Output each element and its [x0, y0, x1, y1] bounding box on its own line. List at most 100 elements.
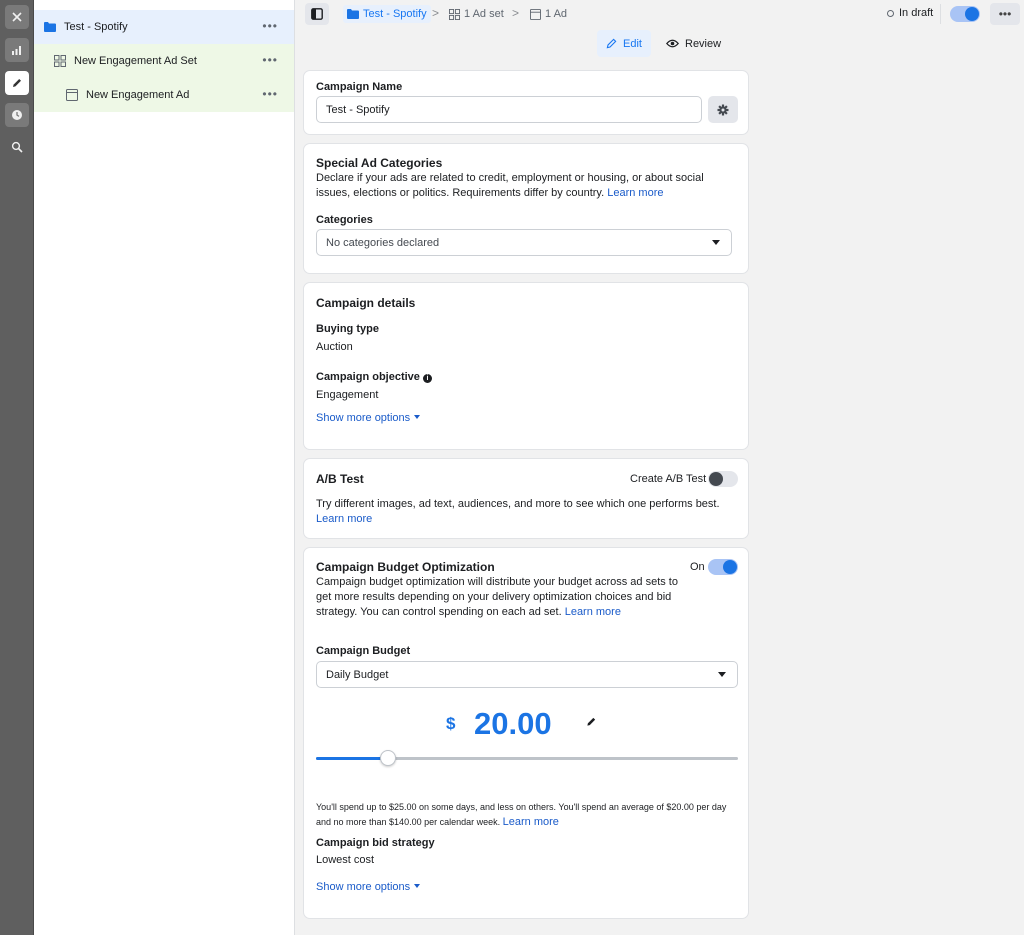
- grid-icon: [449, 8, 460, 20]
- ab-test-description: Try different images, ad text, audiences…: [316, 497, 736, 527]
- campaign-editor: Campaign Name Test - Spotify Special Ad …: [295, 62, 1024, 935]
- left-rail: [0, 0, 34, 935]
- breadcrumb-separator: >: [432, 6, 440, 20]
- learn-more-link[interactable]: Learn more: [565, 606, 621, 618]
- pencil-icon: [606, 38, 617, 49]
- spend-note: You'll spend up to $25.00 on some days, …: [316, 800, 741, 830]
- cbo-toggle-label: On: [690, 561, 705, 573]
- close-icon[interactable]: [5, 5, 29, 29]
- tree-item-label: New Engagement Ad Set: [74, 55, 197, 67]
- ad-icon: [66, 89, 78, 101]
- clock-icon[interactable]: [5, 103, 29, 127]
- tree-item-label: Test - Spotify: [64, 21, 128, 33]
- tree-item-campaign[interactable]: Test - Spotify •••: [34, 10, 294, 44]
- more-options-icon[interactable]: •••: [262, 19, 278, 33]
- buying-type-label: Buying type: [316, 323, 379, 335]
- campaign-objective-label: Campaign objective i: [316, 371, 432, 383]
- tree-item-adset[interactable]: New Engagement Ad Set •••: [34, 44, 294, 78]
- budget-type-value: Daily Budget: [326, 668, 389, 681]
- breadcrumb-label: 1 Ad set: [464, 8, 504, 20]
- sidebar-toggle-icon[interactable]: [305, 3, 329, 25]
- folder-icon: [44, 22, 56, 32]
- budget-type-dropdown[interactable]: Daily Budget: [316, 661, 738, 688]
- cbo-description-text: Campaign budget optimization will distri…: [316, 576, 678, 618]
- more-options-icon[interactable]: •••: [262, 87, 278, 101]
- folder-icon: [347, 9, 359, 19]
- categories-label: Categories: [316, 214, 373, 226]
- campaign-objective-label-text: Campaign objective: [316, 371, 420, 383]
- ab-test-description-text: Try different images, ad text, audiences…: [316, 498, 720, 510]
- breadcrumb-adset[interactable]: 1 Ad set: [449, 5, 504, 23]
- dropdown-caret-icon: [712, 240, 720, 245]
- currency-symbol: $: [446, 714, 456, 733]
- chevron-down-icon: [414, 884, 421, 888]
- status-dot-icon: [887, 9, 894, 17]
- bid-strategy-value: Lowest cost: [316, 854, 375, 866]
- status-badge: In draft: [887, 7, 933, 19]
- create-ab-test-label: Create A/B Test: [630, 473, 707, 485]
- eye-icon: [666, 39, 679, 48]
- tree-item-label: New Engagement Ad: [86, 89, 190, 101]
- top-bar: Test - Spotify > 1 Ad set > 1 Ad In draf…: [295, 0, 1024, 62]
- edit-amount-icon[interactable]: [586, 716, 597, 730]
- cbo-heading: Campaign Budget Optimization: [316, 560, 495, 574]
- edit-mode-button[interactable]: Edit: [597, 30, 651, 57]
- show-more-options-link[interactable]: Show more options: [316, 881, 421, 893]
- show-more-label: Show more options: [316, 412, 411, 424]
- ab-test-heading: A/B Test: [316, 472, 364, 486]
- ab-test-toggle[interactable]: [708, 471, 738, 487]
- cbo-description: Campaign budget optimization will distri…: [316, 575, 688, 620]
- learn-more-link[interactable]: Learn more: [607, 187, 663, 199]
- buying-type-value: Auction: [316, 341, 353, 353]
- breadcrumb-campaign[interactable]: Test - Spotify: [343, 5, 431, 23]
- tree-item-ad[interactable]: New Engagement Ad •••: [34, 78, 294, 112]
- budget-amount-value[interactable]: 20.00: [474, 706, 552, 742]
- campaign-budget-label: Campaign Budget: [316, 645, 411, 657]
- campaign-tree: Test - Spotify ••• New Engagement Ad Set…: [34, 0, 295, 935]
- campaign-name-input[interactable]: Test - Spotify: [316, 96, 702, 123]
- gear-icon[interactable]: [708, 96, 738, 123]
- campaign-objective-value: Engagement: [316, 389, 379, 401]
- toggle-knob: [965, 7, 979, 21]
- campaign-on-toggle[interactable]: [950, 6, 980, 22]
- show-more-options-link[interactable]: Show more options: [316, 412, 421, 424]
- campaign-details-card: Campaign details Buying type Auction Cam…: [303, 282, 749, 450]
- breadcrumb-label: Test - Spotify: [363, 8, 427, 20]
- more-options-icon[interactable]: •••: [262, 53, 278, 67]
- budget-optimization-card: Campaign Budget Optimization On Campaign…: [303, 547, 749, 919]
- ab-test-card: A/B Test Create A/B Test Try different i…: [303, 458, 749, 539]
- review-label: Review: [685, 37, 722, 50]
- categories-value: No categories declared: [326, 236, 440, 249]
- dropdown-caret-icon: [718, 672, 726, 677]
- breadcrumb-ad[interactable]: 1 Ad: [530, 5, 567, 23]
- breadcrumb-separator: >: [512, 6, 520, 20]
- special-ad-description: Declare if your ads are related to credi…: [316, 171, 734, 201]
- learn-more-link[interactable]: Learn more: [503, 816, 559, 828]
- learn-more-link[interactable]: Learn more: [316, 513, 372, 525]
- review-mode-button[interactable]: Review: [657, 30, 730, 57]
- slider-handle[interactable]: [379, 750, 396, 766]
- budget-slider[interactable]: [316, 750, 738, 766]
- campaign-name-value: Test - Spotify: [326, 103, 390, 116]
- show-more-label: Show more options: [316, 881, 411, 893]
- campaign-name-label: Campaign Name: [316, 81, 403, 93]
- special-ad-categories-card: Special Ad Categories Declare if your ad…: [303, 143, 749, 274]
- more-options-button[interactable]: •••: [990, 3, 1020, 25]
- pencil-icon[interactable]: [5, 71, 29, 95]
- campaign-name-card: Campaign Name Test - Spotify: [303, 70, 749, 135]
- toggle-knob: [723, 560, 737, 574]
- chevron-down-icon: [414, 415, 421, 419]
- categories-dropdown[interactable]: No categories declared: [316, 229, 732, 256]
- toggle-knob: [709, 472, 723, 486]
- bid-strategy-label: Campaign bid strategy: [316, 837, 435, 849]
- cbo-toggle[interactable]: [708, 559, 738, 575]
- chart-icon[interactable]: [5, 38, 29, 62]
- search-icon[interactable]: [5, 135, 29, 159]
- status-label: In draft: [899, 7, 934, 19]
- special-ad-heading: Special Ad Categories: [316, 156, 443, 170]
- grid-icon: [54, 55, 66, 67]
- ad-icon: [530, 8, 541, 20]
- campaign-details-heading: Campaign details: [316, 296, 416, 310]
- slider-fill: [316, 757, 388, 760]
- info-icon[interactable]: i: [422, 374, 432, 383]
